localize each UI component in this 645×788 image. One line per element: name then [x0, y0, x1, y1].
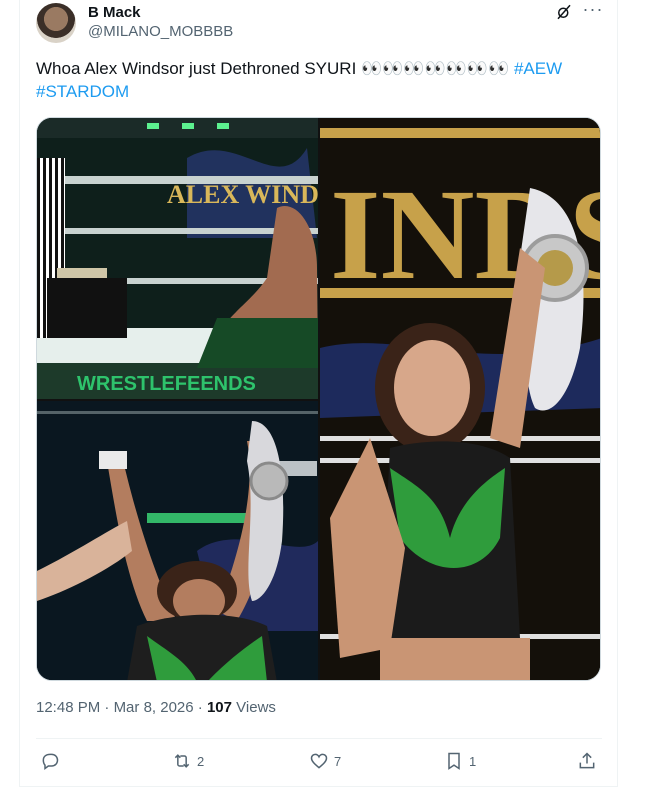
views-count: 107	[206, 699, 232, 716]
belt-raised-closeup[interactable]: INDS	[320, 118, 600, 680]
victory-arm-raise[interactable]	[37, 401, 318, 680]
share-icon	[579, 752, 595, 769]
post-time[interactable]: 12:48 PM	[36, 699, 100, 716]
share-button[interactable]	[577, 750, 597, 772]
hashtag-stardom[interactable]: #STARDOM	[36, 82, 129, 101]
repost-count: 2	[197, 753, 205, 769]
reply-icon	[42, 753, 59, 770]
ringside-photo[interactable]: ALEX WIND WRESTLEFEENDS	[37, 118, 318, 399]
bookmark-count: 1	[469, 753, 477, 769]
views-label: Views	[236, 699, 276, 716]
tweet-body: Whoa Alex Windsor just Dethroned SYURI	[36, 59, 357, 78]
more-icon[interactable]: ···	[582, 0, 604, 22]
media-grid[interactable]: ALEX WIND WRESTLEFEENDS IND	[36, 117, 601, 681]
svg-text:WRESTLEFEENDS: WRESTLEFEENDS	[77, 373, 256, 395]
repost-button[interactable]: 2	[172, 750, 204, 772]
tweet-card[interactable]: B Mack @MILANO_MOBBBB ··· Whoa Alex Wind…	[19, 0, 618, 787]
ringside-banner-text: ALEX WIND	[167, 180, 318, 209]
post-date[interactable]: Mar 8, 2026	[114, 699, 194, 716]
tweet-text: Whoa Alex Windsor just Dethroned SYURI 👀…	[36, 57, 596, 103]
like-count: 7	[334, 753, 342, 769]
reply-button[interactable]	[40, 750, 65, 772]
meta-separator: ·	[104, 699, 114, 716]
eyes-emoji: 👀👀👀👀👀👀👀	[361, 59, 510, 78]
bookmark-button[interactable]: 1	[444, 750, 476, 772]
like-button[interactable]: 7	[309, 750, 341, 772]
avatar[interactable]	[36, 3, 76, 43]
repost-icon	[174, 754, 190, 768]
hashtag-aew[interactable]: #AEW	[514, 59, 562, 78]
author-name[interactable]: B Mack	[88, 4, 141, 21]
like-icon	[310, 753, 328, 769]
bookmark-icon	[448, 752, 460, 770]
author-handle[interactable]: @MILANO_MOBBBB	[88, 23, 233, 40]
post-meta: 12:48 PM · Mar 8, 2026 · 107 Views	[36, 699, 276, 716]
divider	[36, 738, 602, 739]
meta-separator: ·	[197, 699, 207, 716]
action-bar: 2 7 1	[20, 748, 617, 774]
grok-icon[interactable]	[555, 3, 573, 21]
